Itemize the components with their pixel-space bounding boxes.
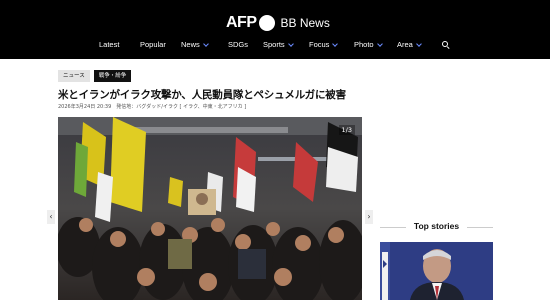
top-stories-heading: Top stories <box>380 220 493 234</box>
main-nav: Latest Popular News SDGs Sports Focus Ph… <box>0 40 550 54</box>
tag-war-conflict[interactable]: 戦争・紛争 <box>93 70 132 82</box>
logo-afp-text: AFP <box>226 14 257 31</box>
top-stories-label: Top stories <box>413 221 460 231</box>
photo-counter: 1/3 <box>338 125 355 135</box>
nav-item-sports[interactable]: Sports <box>263 40 294 49</box>
nav-item-news[interactable]: News <box>181 40 209 49</box>
nav-item-sdgs[interactable]: SDGs <box>228 40 248 49</box>
site-header: AFP BB News Latest Popular News SDGs Spo… <box>0 0 550 59</box>
chevron-down-icon <box>332 40 339 47</box>
chevron-down-icon <box>416 40 422 47</box>
chevron-down-icon <box>376 40 383 47</box>
prev-photo-button[interactable]: ‹ <box>47 210 55 224</box>
top-story-thumbnail[interactable] <box>380 242 493 300</box>
next-photo-button[interactable]: › <box>365 210 373 224</box>
nav-label: SDGs <box>228 40 249 49</box>
nav-label: Focus <box>309 40 330 49</box>
nav-item-photo[interactable]: Photo <box>354 40 383 49</box>
nav-item-popular[interactable]: Popular <box>140 40 166 49</box>
chevron-down-icon <box>287 40 294 47</box>
tag-news[interactable]: ニュース <box>58 70 90 82</box>
article-tags: ニュース 戦争・紛争 <box>58 70 132 82</box>
chevron-down-icon <box>202 40 209 47</box>
nav-item-latest[interactable]: Latest <box>99 40 119 49</box>
nav-item-focus[interactable]: Focus <box>309 40 339 49</box>
afpbb-logo[interactable]: AFP BB News <box>226 12 330 34</box>
logo-dot-icon <box>258 15 275 31</box>
article-photo[interactable]: 1/3 <box>58 117 362 300</box>
nav-item-area[interactable]: Area <box>397 40 422 49</box>
nav-label: Sports <box>263 40 285 49</box>
article-title: 米とイランがイラク攻撃か、人民動員隊とペシュメルガに被害 <box>58 89 346 101</box>
nav-label: Latest <box>99 40 120 49</box>
nav-label: News <box>181 40 200 49</box>
article-meta: 2026年3月24日 20:39 発信地：バグダッド/イラク [ イラク、中東・… <box>58 104 247 110</box>
top-story-image <box>380 242 493 300</box>
crowd-photo-image <box>58 117 362 300</box>
search-icon[interactable] <box>442 41 450 50</box>
nav-label: Popular <box>140 40 166 49</box>
nav-label: Photo <box>354 40 374 49</box>
search-icon-handle <box>446 46 450 50</box>
logo-bbnews-text: BB News <box>280 16 330 30</box>
nav-label: Area <box>397 40 413 49</box>
divider <box>467 227 493 228</box>
